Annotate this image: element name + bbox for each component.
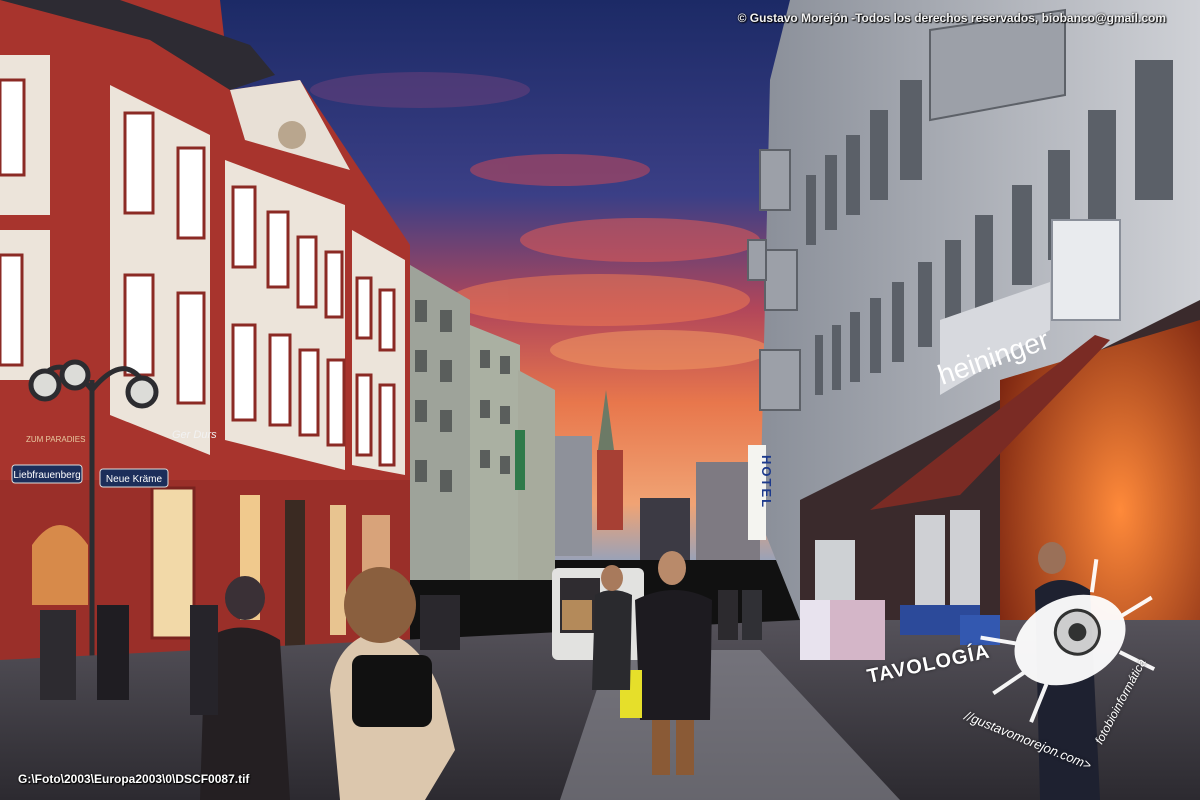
building-sign: ZUM PARADIES	[26, 435, 85, 444]
file-path-caption: G:\Foto\2003\Europa2003\0\DSCF0087.tif	[18, 772, 250, 786]
street-sign-liebfrauenberg: Liebfrauenberg	[13, 470, 80, 481]
shop-sign-left: Ger Durs	[172, 429, 217, 441]
photo-scene: Liebfrauenberg Neue Kräme ZUM PARADIES G…	[0, 0, 1200, 800]
distant-building	[640, 498, 690, 560]
street-sign-neue-kraeme: Neue Kräme	[106, 474, 163, 485]
hotel-sign: HOTEL	[759, 455, 774, 509]
copyright-notice: © Gustavo Morejón -Todos los derechos re…	[737, 11, 1166, 25]
distant-building	[552, 436, 592, 556]
street-scene-drawing: Liebfrauenberg Neue Kräme ZUM PARADIES G…	[0, 0, 1200, 800]
